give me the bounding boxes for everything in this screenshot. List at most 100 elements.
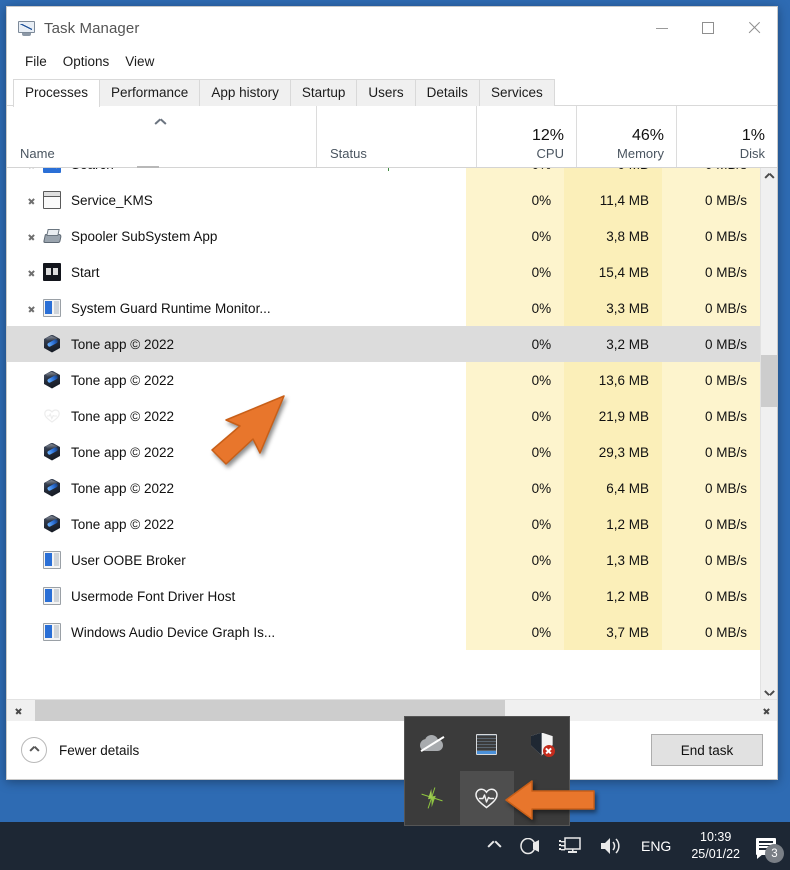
ghost-heart-icon [43,407,61,425]
process-cpu-cell: 0% [466,182,565,218]
horizontal-scrollbar[interactable] [7,699,777,722]
table-row[interactable]: System Guard Runtime Monitor... 0% 3,3 MB 0… [7,290,760,326]
process-memory-cell: 13,6 MB [564,362,663,398]
table-row[interactable]: Tone app © 2022 0% 13,6 MB 0 MB/s [7,362,760,398]
expand-toggle[interactable] [21,195,43,206]
process-name-cell[interactable]: Usermode Font Driver Host [7,578,310,614]
menu-item-options[interactable]: Options [55,52,118,72]
process-name-cell[interactable]: System Guard Runtime Monitor... [7,290,310,326]
expand-toggle[interactable] [21,303,43,314]
process-memory-cell: 21,9 MB [564,398,663,434]
vertical-scroll-thumb[interactable] [761,355,777,407]
table-row[interactable]: Tone app © 2022 0% 29,3 MB 0 MB/s [7,434,760,470]
process-name-cell[interactable]: User OOBE Broker [7,542,310,578]
leaf-icon [382,168,395,172]
maximize-button[interactable] [685,7,731,49]
table-row[interactable]: User OOBE Broker 0% 1,3 MB 0 MB/s [7,542,760,578]
process-name-cell[interactable]: Service_KMS [7,182,310,218]
column-header-cpu[interactable]: 12% CPU [477,106,577,167]
process-status-cell [310,182,466,218]
table-row[interactable]: Start 0% 15,4 MB 0 MB/s [7,254,760,290]
scroll-down-button[interactable] [761,682,777,699]
expand-toggle[interactable] [21,231,43,242]
blue-panel-icon [43,299,61,317]
table-row[interactable]: Service_KMS 0% 11,4 MB 0 MB/s [7,182,760,218]
tab-users[interactable]: Users [356,78,416,106]
process-name-cell[interactable]: Tone app © 2022 [7,470,310,506]
column-header-name[interactable]: Name [7,106,317,168]
desktop-background: Task Manager File Options View Processes… [0,0,790,870]
column-header-memory[interactable]: 46% Memory [577,106,677,167]
scroll-right-button[interactable] [757,700,777,722]
process-disk-cell: 0 MB/s [662,326,760,362]
process-status-cell [310,470,466,506]
process-name-cell[interactable]: Tone app © 2022 [7,326,310,362]
horizontal-scroll-track[interactable] [27,699,757,722]
task-manager-window: Task Manager File Options View Processes… [6,6,778,780]
camera-tray-icon[interactable] [510,822,550,870]
network-tray-icon[interactable] [550,822,590,870]
process-cpu-cell: 0% [466,362,565,398]
minimize-button[interactable] [639,7,685,49]
process-name-label: Windows Audio Device Graph Is... [71,624,276,640]
process-name-cell[interactable]: Start [7,254,310,290]
tab-processes[interactable]: Processes [13,78,101,107]
tab-startup[interactable]: Startup [289,78,358,106]
process-cpu-cell: 0% [466,434,565,470]
column-header-name-label: Name [20,146,55,161]
table-row[interactable]: Search 0%0 MB0 MB/s [7,168,760,182]
table-row[interactable]: Windows Audio Device Graph Is... 0% 3,7 MB… [7,614,760,650]
vertical-scrollbar[interactable] [760,168,777,699]
vertical-scroll-track[interactable] [761,185,777,682]
process-name-cell[interactable]: Tone app © 2022 [7,506,310,542]
expand-toggle[interactable] [21,168,43,170]
process-name-label: Search [71,168,114,172]
scroll-left-button[interactable] [7,700,27,722]
menu-bar: File Options View [7,49,777,75]
language-indicator[interactable]: ENG [631,838,681,854]
tab-services[interactable]: Services [478,78,555,106]
tray-icon-green-bolt[interactable] [405,771,460,825]
table-row[interactable]: Tone app © 2022 0% 6,4 MB 0 MB/s [7,470,760,506]
process-name-cell[interactable]: Search [7,168,310,182]
column-header-disk[interactable]: 1% Disk [677,106,777,167]
menu-item-view[interactable]: View [117,52,162,72]
tab-details[interactable]: Details [414,78,480,106]
column-header-status[interactable]: Status [317,106,477,167]
table-row[interactable]: Tone app © 2022 0% 3,2 MB 0 MB/s [7,326,760,362]
table-row[interactable]: Spooler SubSystem App 0% 3,8 MB 0 MB/s [7,218,760,254]
scroll-up-button[interactable] [761,168,777,185]
tab-performance[interactable]: Performance [99,78,201,106]
hexagon-app-icon [43,514,61,534]
fewer-details-button[interactable]: Fewer details [21,737,139,763]
process-disk-cell: 0 MB/s [662,578,760,614]
menu-item-file[interactable]: File [17,52,55,72]
clock[interactable]: 10:39 25/01/22 [681,829,750,864]
taskbar-tray: ENG 10:39 25/01/22 3 [479,822,790,870]
volume-tray-icon[interactable] [590,822,631,870]
process-name-cell[interactable]: Windows Audio Device Graph Is... [7,614,310,650]
process-name-cell[interactable]: Spooler SubSystem App [7,218,310,254]
tray-icon-screen[interactable] [460,717,515,771]
end-task-button[interactable]: End task [651,734,763,766]
shield-error-icon [530,732,555,757]
process-status-cell [310,434,466,470]
table-row[interactable]: Tone app © 2022 0% 1,2 MB 0 MB/s [7,506,760,542]
process-disk-cell: 0 MB/s [662,254,760,290]
network-icon [558,837,581,853]
process-list[interactable]: 74 sk.com Search0%0 MB0 MB/sService_KMS0… [7,168,760,699]
show-hidden-icons-button[interactable] [479,822,510,870]
process-memory-cell: 1,2 MB [564,506,663,542]
process-cpu-cell: 0% [466,290,565,326]
table-row[interactable]: Tone app © 2022 0% 21,9 MB 0 MB/s [7,398,760,434]
process-memory-cell: 6,4 MB [564,470,663,506]
process-list-area: 74 sk.com Search0%0 MB0 MB/sService_KMS0… [7,168,777,699]
table-row[interactable]: Usermode Font Driver Host 0% 1,2 MB 0 MB/s [7,578,760,614]
notifications-button[interactable]: 3 [750,822,790,870]
annotation-arrow-tray-icon [504,778,596,827]
expand-toggle[interactable] [21,267,43,278]
tray-icon-shield-error[interactable] [514,717,569,771]
tray-icon-cloud-off[interactable] [405,717,460,771]
tab-app-history[interactable]: App history [199,78,291,106]
close-button[interactable] [731,7,777,49]
